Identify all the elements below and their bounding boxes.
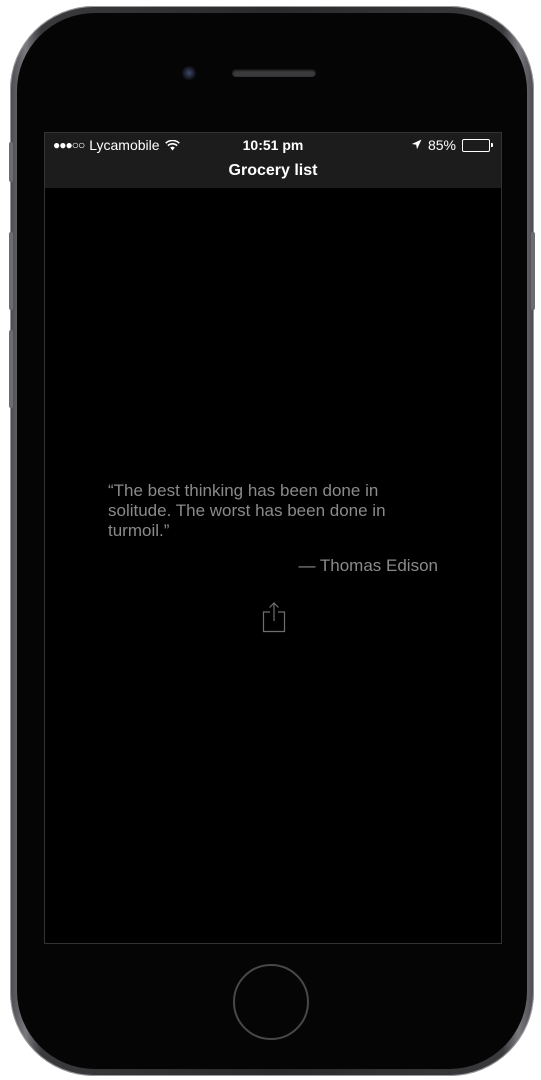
page-title: Grocery list <box>228 162 318 179</box>
navigation-bar: ●●●○○ Lycamobile 10:51 pm 85% Grocery li… <box>45 133 501 188</box>
quote-text: “The best thinking has been done in soli… <box>108 481 386 540</box>
battery-icon <box>462 138 493 152</box>
volume-down-button <box>9 330 13 408</box>
status-right: 85% <box>411 137 493 153</box>
power-button <box>531 232 535 310</box>
front-camera <box>182 66 196 80</box>
screen: ●●●○○ Lycamobile 10:51 pm 85% Grocery li… <box>44 132 502 944</box>
location-arrow-icon <box>411 137 422 153</box>
share-icon[interactable] <box>261 601 287 633</box>
volume-up-button <box>9 232 13 310</box>
earpiece-speaker <box>232 69 316 77</box>
mute-switch <box>9 142 13 182</box>
home-button[interactable] <box>233 964 309 1040</box>
quote-author: — Thomas Edison <box>298 556 438 575</box>
status-bar: ●●●○○ Lycamobile 10:51 pm 85% <box>45 137 501 155</box>
battery-percent: 85% <box>427 137 456 153</box>
